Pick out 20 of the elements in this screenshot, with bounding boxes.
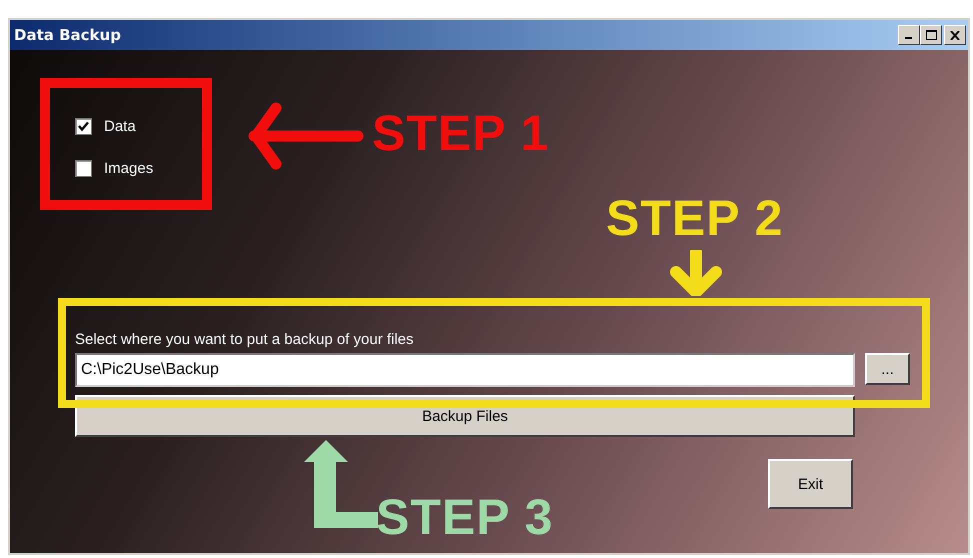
- field-label: Select where you want to put a backup of your files: [75, 331, 415, 350]
- checkbox[interactable]: [75, 118, 92, 134]
- checkbox-label: Images: [104, 160, 154, 176]
- maximize-button[interactable]: [920, 25, 942, 45]
- maximize-icon: [926, 30, 936, 40]
- close-button[interactable]: [944, 25, 966, 45]
- checkbox[interactable]: [75, 160, 92, 176]
- step-arrow-icon: [668, 250, 724, 296]
- minimize-button[interactable]: [898, 25, 920, 45]
- step-arrow-icon: [246, 100, 366, 172]
- path-field[interactable]: C:\Pic2Use\Backup: [75, 353, 855, 387]
- step-label: STEP 1: [372, 108, 550, 158]
- checkbox-label: Data: [104, 118, 136, 134]
- browse-button[interactable]: ...: [865, 353, 910, 385]
- step-label: STEP 2: [606, 193, 784, 243]
- checkmark-icon: [78, 120, 89, 132]
- step-label: STEP 3: [376, 492, 554, 542]
- window-title: Data Backup: [14, 26, 121, 44]
- close-icon: [950, 30, 960, 40]
- exit-button[interactable]: Exit: [768, 459, 853, 509]
